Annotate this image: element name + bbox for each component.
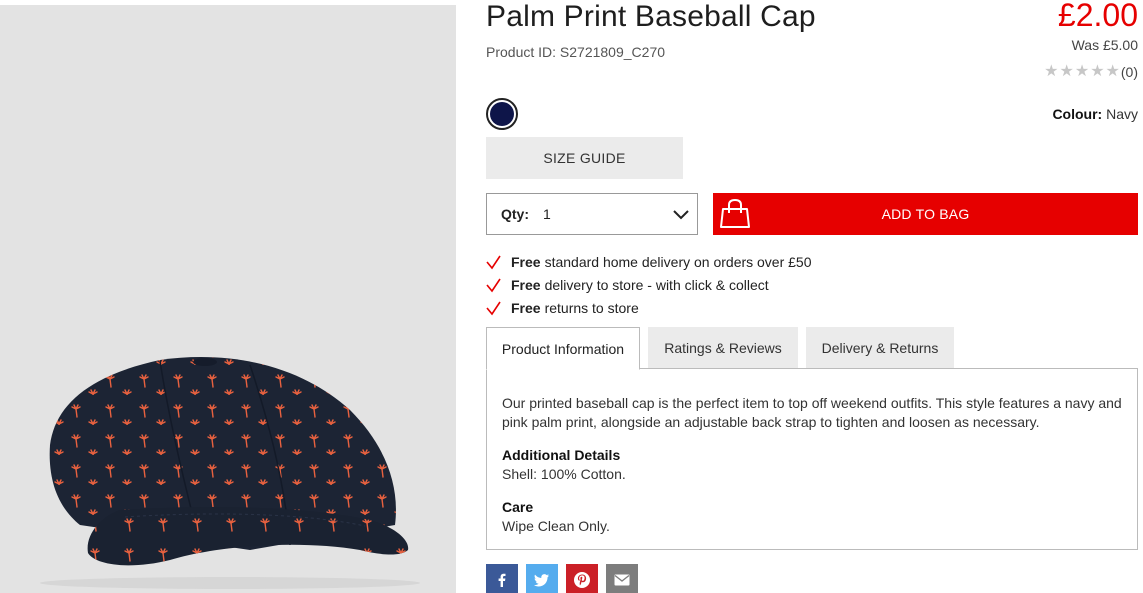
check-icon xyxy=(486,255,501,269)
product-id: Product ID: S2721809_C270 xyxy=(486,44,666,60)
qty-value: 1 xyxy=(543,206,551,222)
additional-details-heading: Additional Details xyxy=(502,447,621,463)
care-heading: Care xyxy=(502,499,534,515)
perk-item: Free returns to store xyxy=(486,296,812,319)
colour-value: Navy xyxy=(1106,106,1138,122)
colour-indicator: Colour: Navy xyxy=(1052,106,1138,122)
swatch-dot xyxy=(490,102,514,126)
email-icon xyxy=(614,574,630,586)
pinterest-share-button[interactable] xyxy=(566,564,598,593)
care-text: Wipe Clean Only. xyxy=(502,518,610,534)
product-title: Palm Print Baseball Cap xyxy=(486,0,816,33)
tab-delivery-returns[interactable]: Delivery & Returns xyxy=(806,327,954,369)
star-icon: ★ xyxy=(1105,63,1120,80)
shopping-bag-icon xyxy=(720,199,750,228)
share-buttons xyxy=(486,564,638,593)
additional-details-text: Shell: 100% Cotton. xyxy=(502,466,626,482)
facebook-icon xyxy=(498,573,506,587)
perk-bold: Free xyxy=(511,253,541,270)
product-information-panel: Our printed baseball cap is the perfect … xyxy=(486,368,1138,550)
product-tabs: Product Information Ratings & Reviews De… xyxy=(486,327,962,370)
colour-swatch-navy[interactable] xyxy=(486,98,518,130)
email-share-button[interactable] xyxy=(606,564,638,593)
star-rating[interactable]: ★ ★ ★ ★ ★ (0) xyxy=(1044,63,1138,81)
perk-item: Free delivery to store - with click & co… xyxy=(486,273,812,296)
current-price: £2.00 xyxy=(1057,0,1138,33)
tab-ratings-reviews[interactable]: Ratings & Reviews xyxy=(648,327,798,369)
size-guide-button[interactable]: SIZE GUIDE xyxy=(486,137,683,179)
add-to-bag-button[interactable]: ADD TO BAG xyxy=(713,193,1138,235)
qty-label: Qty: xyxy=(501,206,529,222)
perk-text: standard home delivery on orders over £5… xyxy=(544,253,812,270)
check-icon xyxy=(486,278,501,292)
twitter-icon xyxy=(534,574,549,587)
perk-text: delivery to store - with click & collect xyxy=(544,276,769,293)
was-price: Was £5.00 xyxy=(1071,37,1138,53)
perk-item: Free standard home delivery on orders ov… xyxy=(486,250,812,273)
pinterest-icon xyxy=(574,572,590,588)
star-icon: ★ xyxy=(1059,63,1074,80)
baseball-cap-image xyxy=(40,357,420,589)
tab-product-information[interactable]: Product Information xyxy=(486,327,640,370)
add-to-bag-label: ADD TO BAG xyxy=(881,206,970,222)
perk-bold: Free xyxy=(511,299,541,316)
facebook-share-button[interactable] xyxy=(486,564,518,593)
rating-count: (0) xyxy=(1120,64,1138,80)
product-image[interactable] xyxy=(0,5,456,593)
star-icon: ★ xyxy=(1044,63,1059,80)
perk-bold: Free xyxy=(511,276,541,293)
twitter-share-button[interactable] xyxy=(526,564,558,593)
star-icon: ★ xyxy=(1074,63,1090,80)
perk-text: returns to store xyxy=(544,299,639,316)
quantity-select[interactable]: Qty: 1 xyxy=(486,193,698,235)
delivery-perks: Free standard home delivery on orders ov… xyxy=(486,250,812,319)
star-icon: ★ xyxy=(1090,63,1105,80)
check-icon xyxy=(486,301,501,315)
product-description: Our printed baseball cap is the perfect … xyxy=(502,395,1122,430)
colour-label: Colour: xyxy=(1052,106,1103,122)
chevron-down-icon xyxy=(673,210,689,220)
